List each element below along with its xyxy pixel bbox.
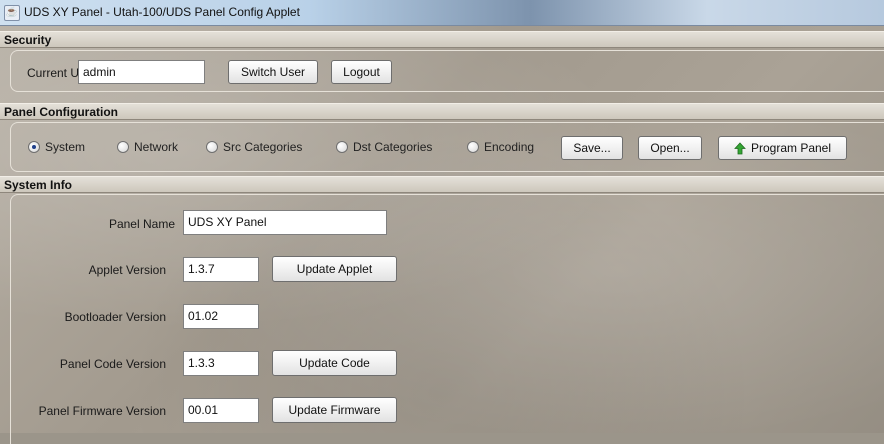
- open-button[interactable]: Open...: [638, 136, 702, 160]
- radio-unselected-icon: [467, 141, 479, 153]
- applet-content: Security Current User admin Switch User …: [0, 26, 884, 444]
- panel-config-panel: System Network Src Categories Dst Catego…: [10, 122, 884, 172]
- green-up-arrow-icon: [734, 142, 746, 155]
- applet-version-field[interactable]: 1.3.7: [183, 257, 259, 282]
- radio-selected-icon: [28, 141, 40, 153]
- switch-user-button[interactable]: Switch User: [228, 60, 318, 84]
- applet-version-label: Applet Version: [88, 263, 166, 277]
- update-code-button[interactable]: Update Code: [272, 350, 397, 376]
- bootloader-version-label: Bootloader Version: [64, 310, 166, 324]
- radio-encoding-label: Encoding: [484, 140, 535, 154]
- panel-name-label: Panel Name: [108, 217, 175, 231]
- update-applet-button[interactable]: Update Applet: [272, 256, 397, 282]
- save-button[interactable]: Save...: [561, 136, 623, 160]
- radio-unselected-icon: [336, 141, 348, 153]
- system-info-panel: Panel Name UDS XY Panel Applet Version 1…: [10, 194, 884, 444]
- bootloader-version-field[interactable]: 01.02: [183, 304, 259, 329]
- panel-name-field[interactable]: UDS XY Panel: [183, 210, 387, 235]
- program-panel-label: Program Panel: [750, 141, 832, 155]
- program-panel-button[interactable]: Program Panel: [718, 136, 847, 160]
- panel-firmware-version-field[interactable]: 00.01: [183, 398, 259, 423]
- panel-config-header: Panel Configuration: [0, 103, 884, 120]
- logout-button[interactable]: Logout: [331, 60, 392, 84]
- radio-dst-categories-label: Dst Categories: [353, 140, 433, 154]
- radio-system-label: System: [45, 140, 86, 154]
- security-header: Security: [0, 31, 884, 48]
- security-panel: Current User admin Switch User Logout: [10, 50, 884, 92]
- current-user-field[interactable]: admin: [78, 60, 205, 84]
- radio-src-categories-label: Src Categories: [223, 140, 303, 154]
- update-firmware-button[interactable]: Update Firmware: [272, 397, 397, 423]
- java-icon: ☕: [4, 5, 20, 21]
- system-info-header: System Info: [0, 176, 884, 193]
- radio-network-label: Network: [134, 140, 179, 154]
- radio-unselected-icon: [206, 141, 218, 153]
- panel-firmware-version-label: Panel Firmware Version: [38, 404, 166, 418]
- panel-code-version-label: Panel Code Version: [59, 357, 166, 371]
- radio-unselected-icon: [117, 141, 129, 153]
- window-title: UDS XY Panel - Utah-100/UDS Panel Config…: [24, 5, 300, 19]
- window-titlebar[interactable]: ☕ UDS XY Panel - Utah-100/UDS Panel Conf…: [0, 0, 884, 26]
- panel-code-version-field[interactable]: 1.3.3: [183, 351, 259, 376]
